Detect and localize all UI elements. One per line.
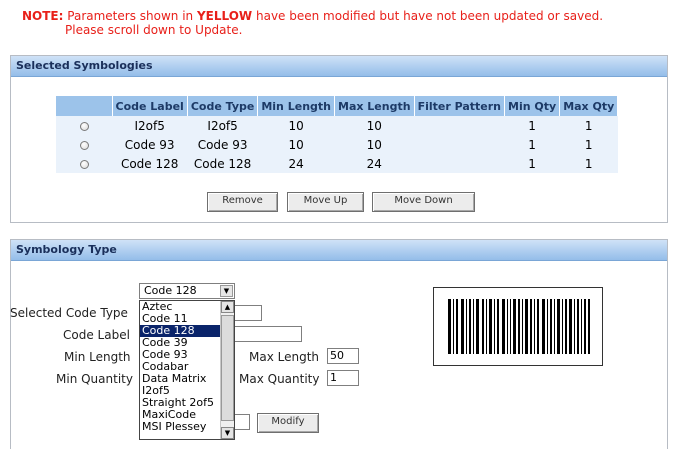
modify-button[interactable]: Modify bbox=[257, 413, 319, 433]
min-quantity-label: Min Quantity bbox=[56, 372, 133, 386]
cell-filter-pattern bbox=[414, 116, 505, 135]
header-code-label: Code Label bbox=[112, 96, 188, 116]
cell-min-qty: 1 bbox=[504, 154, 560, 173]
header-max-qty: Max Qty bbox=[559, 96, 619, 116]
note-lead: NOTE: bbox=[22, 9, 64, 23]
cell-code-label: I2of5 bbox=[112, 116, 188, 135]
code-label-label: Code Label bbox=[63, 328, 130, 342]
row-select[interactable] bbox=[56, 135, 112, 154]
note-text-2: have been modified but have not been upd… bbox=[256, 9, 604, 23]
code-type-select[interactable]: Code 128 ▼ bbox=[139, 283, 235, 299]
radio-icon[interactable] bbox=[79, 121, 89, 131]
cell-min-length: 10 bbox=[257, 116, 335, 135]
scrollbar-thumb[interactable] bbox=[221, 315, 234, 421]
table-row[interactable]: Code 93 Code 93 10 10 1 1 bbox=[56, 135, 618, 154]
max-quantity-field[interactable]: 1 bbox=[327, 370, 359, 386]
code-type-value: Code 128 bbox=[144, 284, 197, 297]
cell-code-type: I2of5 bbox=[187, 116, 258, 135]
selected-symbologies-panel: Selected Symbologies Code Label Code Typ… bbox=[10, 55, 668, 223]
table-row[interactable]: I2of5 I2of5 10 10 1 1 bbox=[56, 116, 618, 135]
cell-code-label: Code 128 bbox=[112, 154, 188, 173]
cell-max-qty: 1 bbox=[559, 116, 618, 135]
max-length-label: Max Length bbox=[249, 350, 320, 364]
cell-max-length: 24 bbox=[334, 154, 415, 173]
header-min-qty: Min Qty bbox=[504, 96, 561, 116]
panel-title: Selected Symbologies bbox=[11, 56, 667, 77]
radio-icon[interactable] bbox=[79, 140, 89, 150]
header-select bbox=[56, 96, 113, 116]
note-line-2: Please scroll down to Update. bbox=[65, 23, 243, 37]
move-down-button[interactable]: Move Down bbox=[372, 192, 475, 212]
remove-button[interactable]: Remove bbox=[207, 192, 278, 212]
max-length-field[interactable]: 50 bbox=[327, 348, 359, 364]
table-header-row: Code Label Code Type Min Length Max Leng… bbox=[56, 96, 619, 116]
table-row[interactable]: Code 128 Code 128 24 24 1 1 bbox=[56, 154, 618, 173]
cell-min-qty: 1 bbox=[504, 135, 560, 154]
dropdown-arrow-icon[interactable]: ▼ bbox=[220, 285, 233, 297]
code-type-dropdown-list[interactable]: Aztec Code 11 Code 128 Code 39 Code 93 C… bbox=[139, 300, 235, 440]
cell-max-qty: 1 bbox=[559, 154, 618, 173]
header-code-type: Code Type bbox=[187, 96, 259, 116]
cell-min-length: 24 bbox=[257, 154, 335, 173]
header-min-length: Min Length bbox=[257, 96, 335, 116]
symbologies-table: Code Label Code Type Min Length Max Leng… bbox=[56, 96, 619, 173]
panel-title: Symbology Type bbox=[11, 240, 667, 261]
cell-max-length: 10 bbox=[334, 116, 415, 135]
radio-icon[interactable] bbox=[79, 159, 89, 169]
row-select[interactable] bbox=[56, 154, 112, 173]
cell-code-label: Code 93 bbox=[112, 135, 188, 154]
cell-min-qty: 1 bbox=[504, 116, 560, 135]
header-filter-pattern: Filter Pattern bbox=[414, 96, 506, 116]
cell-max-length: 10 bbox=[334, 135, 415, 154]
cell-code-type: Code 93 bbox=[187, 135, 258, 154]
header-max-length: Max Length bbox=[334, 96, 415, 116]
max-quantity-label: Max Quantity bbox=[239, 372, 320, 386]
move-up-button[interactable]: Move Up bbox=[287, 192, 364, 212]
row-select[interactable] bbox=[56, 116, 112, 135]
note-highlight: YELLOW bbox=[196, 9, 253, 23]
cell-code-type: Code 128 bbox=[187, 154, 258, 173]
cell-filter-pattern bbox=[414, 135, 505, 154]
selected-code-type-label: Selected Code Type bbox=[10, 306, 128, 320]
code-label-field[interactable] bbox=[232, 326, 302, 342]
scroll-down-icon[interactable]: ▼ bbox=[221, 427, 234, 439]
min-length-label: Min Length bbox=[64, 350, 131, 364]
cell-filter-pattern bbox=[414, 154, 505, 173]
modification-note: NOTE: Parameters shown in YELLOW have be… bbox=[22, 9, 603, 37]
cell-max-qty: 1 bbox=[559, 135, 618, 154]
note-text-1: Parameters shown in bbox=[67, 9, 194, 23]
code-type-field[interactable] bbox=[232, 305, 262, 321]
cell-min-length: 10 bbox=[257, 135, 335, 154]
dropdown-scrollbar[interactable]: ▲ ▼ bbox=[220, 301, 234, 439]
scroll-up-icon[interactable]: ▲ bbox=[221, 301, 234, 313]
barcode-icon bbox=[448, 299, 590, 354]
barcode-preview bbox=[433, 287, 603, 366]
